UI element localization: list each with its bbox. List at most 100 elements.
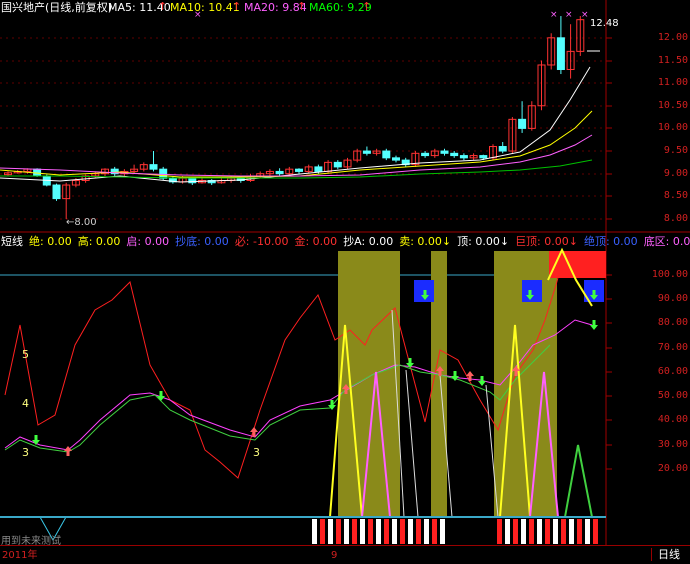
indicator-tick: 60.00	[657, 366, 688, 377]
indicator-panel	[0, 247, 606, 544]
indicator-item: 巨顶: 0.00↓	[515, 235, 578, 248]
indicator-item: 抄A: 0.00	[343, 235, 394, 248]
level-4-label: 4	[22, 397, 29, 410]
signal-bar	[352, 519, 357, 544]
down-arrow-icon	[157, 391, 165, 401]
year-label: 2011年	[2, 550, 38, 561]
down-arrow-icon	[590, 320, 598, 330]
indicator-item: 卖: 0.00↓	[399, 235, 452, 248]
down-arrow-icon	[478, 376, 486, 386]
candle-body	[518, 118, 527, 129]
price-tick: 9.50	[663, 145, 688, 156]
level-3-label-mid: 3	[253, 446, 260, 459]
candle-body	[392, 157, 400, 161]
stock-title: 国兴地产(日线,前复权)	[1, 1, 113, 14]
ma5-up-arrow: ↑	[158, 0, 168, 13]
signal-bar	[432, 519, 437, 544]
indicator-tick: 70.00	[657, 342, 688, 353]
indicator-tick: 50.00	[657, 390, 688, 401]
price-tick: 8.50	[663, 190, 688, 201]
indicator-item: 底区: 0.00	[643, 235, 690, 248]
indicator-item: 启: 0.00	[126, 235, 170, 248]
period-tab[interactable]: 日线	[651, 548, 680, 561]
top-marker: ×	[565, 10, 573, 20]
indicator-header: 短线 绝: 0.00 高: 0.00 启: 0.00 抄底: 0.00 必: -10.00…	[1, 235, 690, 248]
top-marker: ×	[550, 10, 558, 20]
candle-body	[440, 150, 449, 154]
signal-bar	[440, 519, 445, 544]
signal-bar	[513, 519, 518, 544]
signal-bar	[593, 519, 598, 544]
signal-bar	[320, 519, 325, 544]
candle-body	[382, 150, 391, 159]
indicator-item: 短线	[1, 235, 23, 248]
ma20-up-arrow: ↑	[297, 0, 307, 13]
candle-body	[421, 152, 430, 157]
indicator-item: 高: 0.00	[77, 235, 121, 248]
signal-bar	[376, 519, 381, 544]
indicator-tick: 40.00	[657, 414, 688, 425]
stock-chart[interactable]: × × ××	[0, 0, 690, 563]
ma10-label: MA10: 10.41	[170, 1, 240, 14]
olive-zone	[338, 251, 400, 517]
indicator-tick: 90.00	[657, 293, 688, 304]
candle-body	[498, 146, 507, 152]
signal-bar	[400, 519, 405, 544]
price-tick: 11.00	[657, 77, 688, 88]
indicator-item: 绝顶: 0.00	[583, 235, 638, 248]
candle-body	[362, 150, 371, 154]
top-marker: ×	[581, 10, 589, 20]
signal-bar	[416, 519, 421, 544]
indicator-item: 抄底: 0.00	[175, 235, 229, 248]
ma10-up-arrow: ↑	[232, 0, 242, 13]
down-arrow-icon	[32, 435, 40, 445]
price-tick: 10.50	[657, 100, 688, 111]
white-thin-line	[405, 369, 419, 518]
indicator-tick: 20.00	[657, 463, 688, 474]
price-tick: 9.00	[663, 168, 688, 179]
candle-body	[149, 164, 158, 170]
red-zone	[549, 251, 606, 278]
indicator-item: 金: 0.00	[294, 235, 338, 248]
signal-bar	[344, 519, 349, 544]
month-label: 9	[331, 550, 338, 561]
signal-bar	[505, 519, 510, 544]
time-axis-bar: 2011年 9 日线	[0, 545, 690, 564]
green-spike	[564, 444, 593, 518]
indicator-tick: 80.00	[657, 317, 688, 328]
candle-body	[450, 152, 459, 157]
signal-bar	[529, 519, 534, 544]
indicator-item: 顶: 0.00↓	[457, 235, 510, 248]
signal-bar	[497, 519, 502, 544]
candlestick-series: × × ××	[0, 10, 600, 219]
price-tick: 10.00	[657, 122, 688, 133]
candle-body	[556, 37, 565, 71]
signal-bar	[537, 519, 542, 544]
indicator-item: 绝: 0.00	[29, 235, 72, 248]
signal-bar	[585, 519, 590, 544]
signal-bar	[328, 519, 333, 544]
signal-bar	[336, 519, 341, 544]
indicator-item: 必: -10.00	[234, 235, 289, 248]
signal-bar	[569, 519, 574, 544]
candle-body	[479, 155, 488, 159]
indicator-tick: 30.00	[657, 439, 688, 450]
signal-bar	[384, 519, 389, 544]
candle-body	[314, 166, 323, 172]
signal-bar	[368, 519, 373, 544]
indicator-tick: 100.00	[651, 269, 688, 280]
signal-bar	[392, 519, 397, 544]
signal-bar	[561, 519, 566, 544]
level-3-label-left: 3	[22, 446, 29, 459]
candle-body	[159, 168, 168, 179]
blue-signal-box	[522, 280, 542, 302]
candle-body	[275, 170, 284, 175]
high-price-label: 12.48	[590, 18, 619, 29]
level-5-label: 5	[22, 348, 29, 361]
signal-bar	[360, 519, 365, 544]
price-tick: 8.00	[663, 213, 688, 224]
candle-body	[295, 168, 303, 172]
low-price-label: ←8.00	[66, 217, 97, 228]
red-indicator-line	[4, 269, 576, 479]
candle-body	[52, 184, 61, 200]
